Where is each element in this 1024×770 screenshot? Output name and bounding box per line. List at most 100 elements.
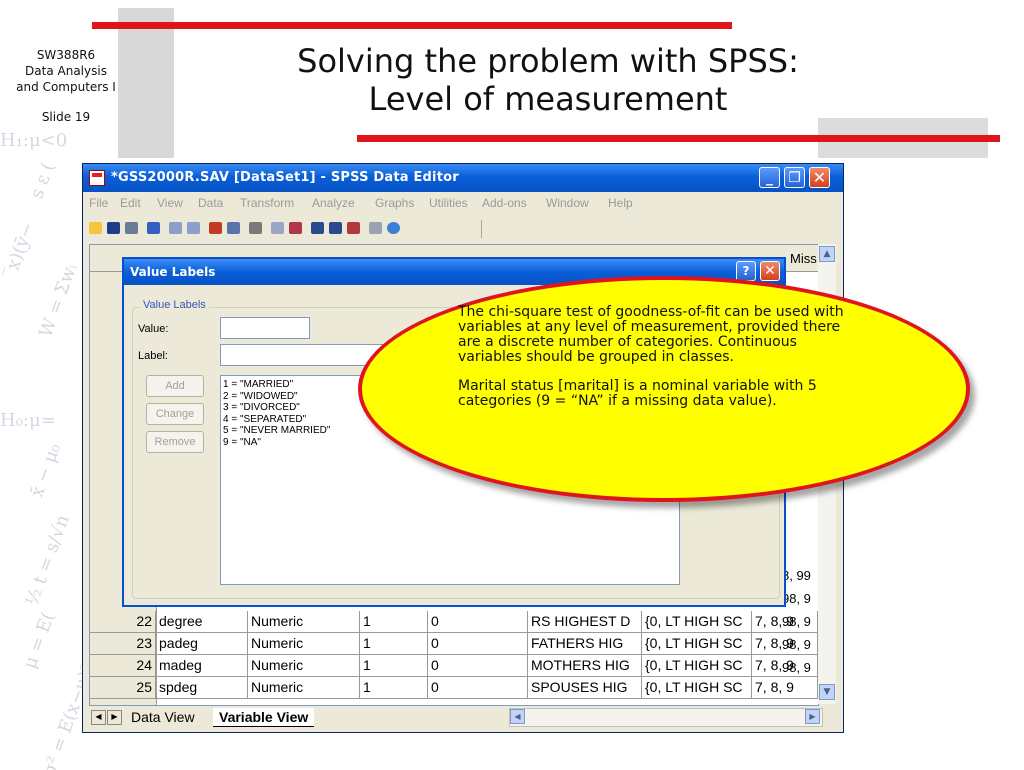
cell-name[interactable]: padeg xyxy=(156,633,248,654)
row-number[interactable]: 25 xyxy=(90,677,156,698)
tab-prev-icon[interactable]: ◀ xyxy=(91,710,106,725)
cell-missing[interactable]: 7, 8, 9 xyxy=(752,677,818,698)
use-sets-icon[interactable] xyxy=(387,222,400,234)
toolbar xyxy=(83,216,843,240)
minimize-button[interactable]: _ xyxy=(759,167,780,188)
tab-data-view[interactable]: Data View xyxy=(125,708,201,726)
course-name-line2: and Computers I xyxy=(16,80,116,94)
cell-decimals[interactable]: 0 xyxy=(428,677,528,698)
missing-cell-partial: 98, 9 xyxy=(782,591,811,606)
menu-transform[interactable]: Transform xyxy=(240,196,294,210)
toolbar-separator xyxy=(481,220,482,238)
scroll-left-icon[interactable]: ◀ xyxy=(510,709,525,724)
tab-variable-view[interactable]: Variable View xyxy=(213,708,315,727)
course-name-line1: Data Analysis xyxy=(25,64,107,78)
change-button[interactable]: Change xyxy=(146,403,204,425)
cell-width[interactable]: 1 xyxy=(360,655,428,676)
redo-icon[interactable] xyxy=(187,222,200,234)
cell-missing[interactable]: 7, 8, 9 xyxy=(752,633,818,654)
missing-cell-partial: 8, 99 xyxy=(782,568,811,583)
close-button[interactable]: ✕ xyxy=(809,167,830,188)
cell-decimals[interactable]: 0 xyxy=(428,655,528,676)
undo-icon[interactable] xyxy=(169,222,182,234)
scroll-down-icon[interactable]: ▼ xyxy=(819,684,835,700)
split-file-icon[interactable] xyxy=(311,222,324,234)
cell-label[interactable]: FATHERS HIG xyxy=(528,633,642,654)
table-row[interactable]: 23 padeg Numeric 1 0 FATHERS HIG {0, LT … xyxy=(90,633,818,655)
insert-variable-icon[interactable] xyxy=(289,222,302,234)
cell-decimals[interactable]: 0 xyxy=(428,633,528,654)
cell-values[interactable]: {0, LT HIGH SC xyxy=(642,655,752,676)
cell-width[interactable]: 1 xyxy=(360,677,428,698)
table-row[interactable]: 24 madeg Numeric 1 0 MOTHERS HIG {0, LT … xyxy=(90,655,818,677)
row-number[interactable]: 23 xyxy=(90,633,156,654)
dialog-help-button[interactable]: ? xyxy=(736,261,756,281)
menu-data[interactable]: Data xyxy=(198,196,223,210)
open-file-icon[interactable] xyxy=(89,222,102,234)
remove-button[interactable]: Remove xyxy=(146,431,204,453)
weight-cases-icon[interactable] xyxy=(329,222,342,234)
course-code: SW388R6 xyxy=(36,48,96,62)
goto-case-icon[interactable] xyxy=(227,222,240,234)
callout-paragraph-2: Marital status [marital] is a nominal va… xyxy=(458,378,817,409)
cell-missing[interactable]: 7, 8, 9 xyxy=(752,611,818,632)
slide-title-line2: Level of measurement xyxy=(368,80,728,118)
add-button[interactable]: Add xyxy=(146,375,204,397)
column-header-missing[interactable]: Miss xyxy=(790,251,817,266)
cell-width[interactable]: 1 xyxy=(360,633,428,654)
cell-decimals[interactable]: 0 xyxy=(428,611,528,632)
cell-values[interactable]: {0, LT HIGH SC xyxy=(642,611,752,632)
select-cases-icon[interactable] xyxy=(347,222,360,234)
view-tabs-bar: ◀ ▶ Data View Variable View ◀ ▶ xyxy=(89,706,839,728)
value-labels-icon[interactable] xyxy=(369,222,382,234)
table-row[interactable]: 22 degree Numeric 1 0 RS HIGHEST D {0, L… xyxy=(90,611,818,633)
row-number[interactable]: 24 xyxy=(90,655,156,676)
menu-add-ons[interactable]: Add-ons xyxy=(482,196,527,210)
cell-values[interactable]: {0, LT HIGH SC xyxy=(642,677,752,698)
window-title-bar[interactable]: *GSS2000R.SAV [DataSet1] - SPSS Data Edi… xyxy=(83,164,843,192)
cell-label[interactable]: RS HIGHEST D xyxy=(528,611,642,632)
menu-window[interactable]: Window xyxy=(546,196,589,210)
cell-type[interactable]: Numeric xyxy=(248,611,360,632)
cell-label[interactable]: MOTHERS HIG xyxy=(528,655,642,676)
cell-label[interactable]: SPOUSES HIG xyxy=(528,677,642,698)
dialog-recall-icon[interactable] xyxy=(147,222,160,234)
scroll-right-icon[interactable]: ▶ xyxy=(805,709,820,724)
scroll-up-icon[interactable]: ▲ xyxy=(819,246,835,262)
menu-utilities[interactable]: Utilities xyxy=(429,196,468,210)
menu-analyze[interactable]: Analyze xyxy=(312,196,355,210)
cell-missing[interactable]: 7, 8, 9 xyxy=(752,655,818,676)
tab-next-icon[interactable]: ▶ xyxy=(107,710,122,725)
callout-text: The chi-square test of goodness-of-fit c… xyxy=(458,305,858,423)
cell-width[interactable]: 1 xyxy=(360,611,428,632)
row-number[interactable]: 22 xyxy=(90,611,156,632)
value-input[interactable] xyxy=(220,317,310,339)
menu-view[interactable]: View xyxy=(157,196,183,210)
maximize-button[interactable]: ❐ xyxy=(784,167,805,188)
cell-type[interactable]: Numeric xyxy=(248,633,360,654)
menu-graphs[interactable]: Graphs xyxy=(375,196,414,210)
save-icon[interactable] xyxy=(107,222,120,234)
value-field-label: Value: xyxy=(138,323,169,335)
goto-chart-icon[interactable] xyxy=(209,222,222,234)
cell-name[interactable]: spdeg xyxy=(156,677,248,698)
slide-number: Slide 19 xyxy=(41,110,91,124)
menu-bar: File Edit View Data Transform Analyze Gr… xyxy=(83,192,843,214)
spss-app-icon[interactable] xyxy=(89,170,105,186)
find-icon[interactable] xyxy=(249,222,262,234)
menu-edit[interactable]: Edit xyxy=(120,196,141,210)
menu-help[interactable]: Help xyxy=(608,196,633,210)
slide-title: Solving the problem with SPSS: Level of … xyxy=(228,42,868,118)
print-icon[interactable] xyxy=(125,222,138,234)
cell-values[interactable]: {0, LT HIGH SC xyxy=(642,633,752,654)
table-row[interactable]: 25 spdeg Numeric 1 0 SPOUSES HIG {0, LT … xyxy=(90,677,818,699)
horizontal-scrollbar[interactable]: ◀ ▶ xyxy=(509,708,823,727)
menu-file[interactable]: File xyxy=(89,196,108,210)
dialog-close-button[interactable]: ✕ xyxy=(760,261,780,281)
cell-name[interactable]: madeg xyxy=(156,655,248,676)
cell-name[interactable]: degree xyxy=(156,611,248,632)
course-info: SW388R6 Data Analysis and Computers I Sl… xyxy=(0,47,132,125)
insert-cases-icon[interactable] xyxy=(271,222,284,234)
cell-type[interactable]: Numeric xyxy=(248,655,360,676)
cell-type[interactable]: Numeric xyxy=(248,677,360,698)
